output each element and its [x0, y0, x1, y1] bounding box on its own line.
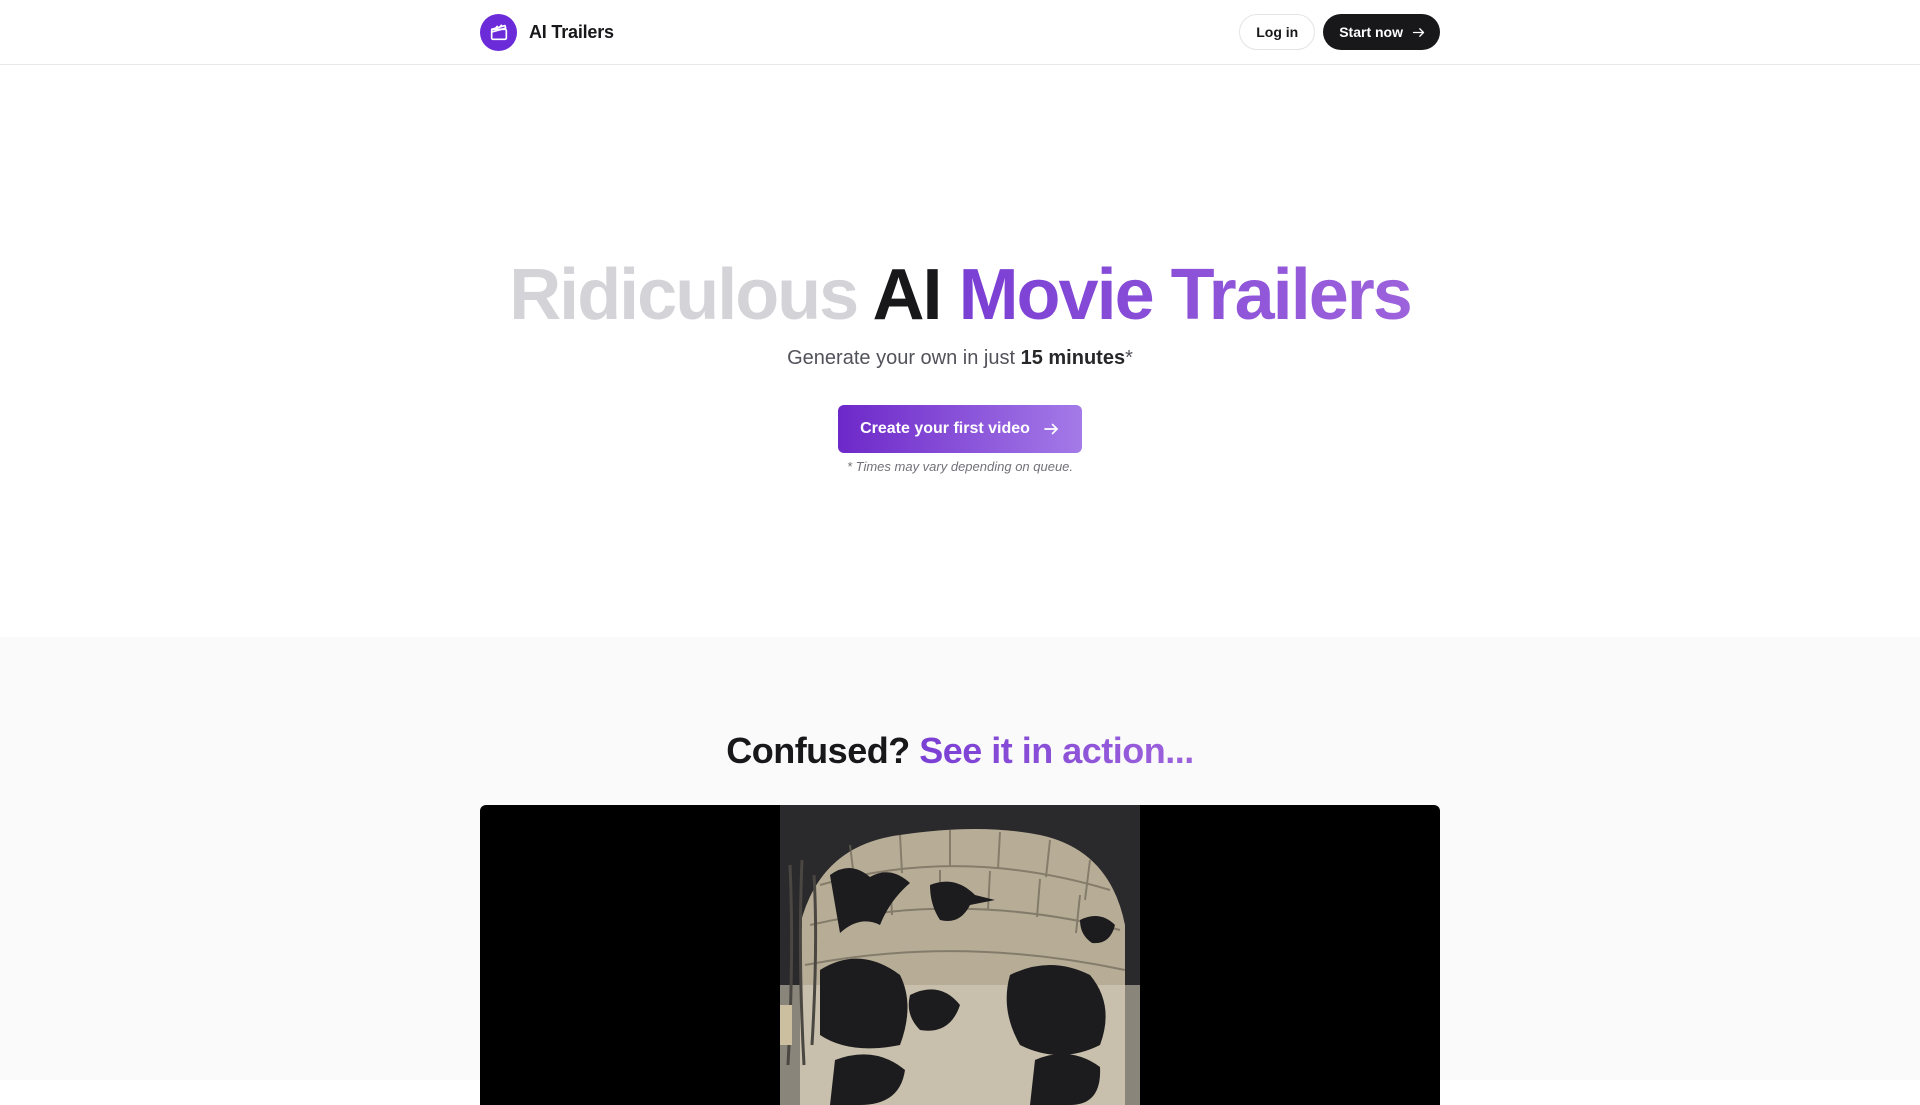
- start-now-button[interactable]: Start now: [1323, 14, 1440, 50]
- demo-video-player[interactable]: [480, 805, 1440, 1105]
- hero-title-word-ai: AI: [872, 255, 943, 335]
- start-now-label: Start now: [1339, 24, 1403, 40]
- hero-section: Ridiculous AI Movie Trailers Generate yo…: [0, 65, 1920, 637]
- top-navbar: AI Trailers Log in Start now: [0, 0, 1920, 65]
- brand-name: AI Trailers: [529, 21, 614, 42]
- clapperboard-icon: [480, 13, 517, 51]
- arrow-right-icon: [1044, 423, 1058, 435]
- queue-disclaimer: * Times may vary depending on queue.: [846, 459, 1074, 474]
- hero-title-word-movie-trailers: Movie Trailers: [958, 255, 1413, 335]
- create-first-video-button[interactable]: Create your first video: [838, 405, 1082, 453]
- hero-subtitle-duration: 15 minutes: [1020, 347, 1126, 369]
- hero-title: Ridiculous AI Movie Trailers: [0, 255, 1920, 335]
- hero-subtitle: Generate your own in just 15 minutes*: [0, 347, 1920, 370]
- demo-title-answer: See it in action...: [919, 730, 1194, 771]
- brand-link[interactable]: AI Trailers: [480, 13, 614, 51]
- create-first-video-label: Create your first video: [860, 420, 1030, 437]
- hero-title-word-ridiculous: Ridiculous: [509, 255, 859, 335]
- hero-subtitle-asterisk: *: [1125, 347, 1133, 369]
- demo-title: Confused? See it in action...: [0, 730, 1920, 772]
- nav-actions: Log in Start now: [1239, 14, 1440, 50]
- login-button[interactable]: Log in: [1239, 14, 1316, 50]
- demo-section: Confused? See it in action...: [0, 637, 1920, 1105]
- demo-title-question: Confused?: [726, 730, 910, 771]
- hero-subtitle-prefix: Generate your own in just: [787, 347, 1016, 369]
- arrow-right-icon: [1412, 27, 1425, 37]
- video-frame-image: [780, 805, 1140, 1105]
